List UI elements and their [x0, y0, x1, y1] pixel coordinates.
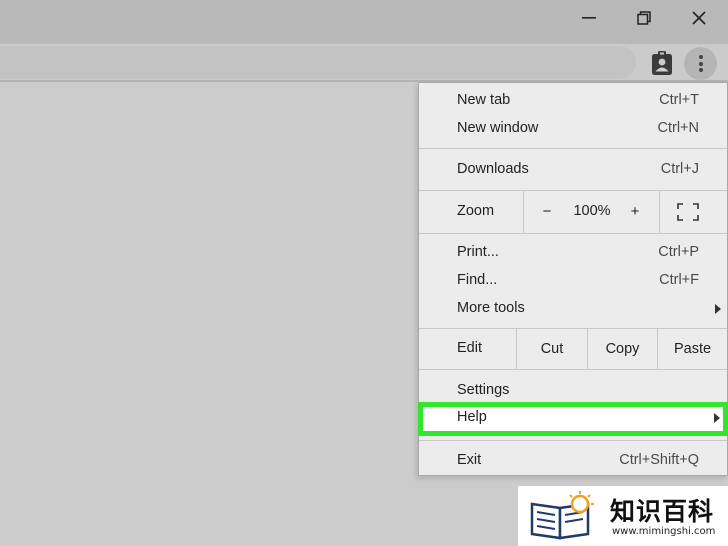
shortcut-label: Ctrl+N [657, 120, 700, 136]
watermark: 知识百科 www.mimingshi.com [518, 486, 728, 546]
restore-icon [637, 11, 651, 25]
watermark-url: www.mimingshi.com [612, 526, 716, 537]
shortcut-label: Ctrl+J [660, 161, 699, 177]
zoom-out-button[interactable]: − [535, 197, 559, 227]
fullscreen-icon [677, 203, 699, 221]
menu-item-settings[interactable]: Settings [419, 377, 727, 405]
zoom-divider [659, 191, 660, 233]
chrome-menu: New tab Ctrl+T New window Ctrl+N Downloa… [418, 82, 728, 476]
shortcut-label: Ctrl+T [659, 92, 699, 108]
minimize-icon [582, 17, 596, 19]
menu-separator [419, 440, 727, 441]
zoom-in-button[interactable]: + [623, 197, 647, 227]
title-bar [0, 0, 728, 44]
menu-item-help[interactable]: Help [418, 402, 728, 436]
menu-item-find[interactable]: Find... Ctrl+F [419, 267, 727, 295]
menu-item-label: Settings [457, 382, 510, 398]
close-button[interactable] [672, 0, 726, 36]
close-icon [692, 11, 706, 25]
shortcut-label: Ctrl+F [659, 272, 699, 288]
restore-button[interactable] [617, 0, 671, 36]
edit-row: Edit Cut Copy Paste [419, 329, 727, 369]
menu-item-label: Downloads [457, 161, 529, 177]
shortcut-label: Ctrl+P [658, 244, 699, 260]
menu-item-new-window[interactable]: New window Ctrl+N [419, 115, 727, 143]
menu-separator [419, 233, 727, 234]
menu-item-downloads[interactable]: Downloads Ctrl+J [419, 156, 727, 184]
address-bar[interactable] [0, 46, 636, 79]
submenu-arrow-icon [715, 304, 721, 314]
zoom-divider [523, 191, 524, 233]
menu-item-new-tab[interactable]: New tab Ctrl+T [419, 87, 727, 115]
profile-badge-icon [652, 51, 672, 75]
cut-button[interactable]: Cut [517, 329, 587, 369]
menu-item-exit[interactable]: Exit Ctrl+Shift+Q [419, 447, 727, 475]
submenu-arrow-icon [714, 413, 720, 423]
menu-separator [419, 148, 727, 149]
edit-label: Edit [457, 340, 482, 356]
menu-separator [419, 369, 727, 370]
menu-item-label: Exit [457, 452, 482, 468]
copy-button[interactable]: Copy [588, 329, 657, 369]
menu-item-label: More tools [457, 300, 525, 316]
zoom-level: 100% [573, 203, 611, 219]
shortcut-label: Ctrl+Shift+Q [619, 452, 699, 468]
watermark-title: 知识百科 [610, 497, 715, 526]
menu-item-label: Print... [457, 244, 499, 260]
menu-item-label: Find... [457, 272, 498, 288]
menu-item-more-tools[interactable]: More tools [419, 295, 727, 323]
toolbar [0, 44, 728, 82]
book-lightbulb-logo-icon [530, 491, 594, 540]
chrome-menu-button[interactable] [684, 47, 717, 80]
minimize-button[interactable] [562, 0, 616, 36]
menu-item-label: New window [457, 120, 539, 136]
fullscreen-button[interactable] [677, 203, 699, 221]
menu-item-label: New tab [457, 92, 511, 108]
menu-item-label: Help [457, 409, 487, 425]
zoom-row: Zoom − 100% + [419, 191, 727, 233]
paste-button[interactable]: Paste [658, 329, 727, 369]
menu-item-print[interactable]: Print... Ctrl+P [419, 239, 727, 267]
zoom-label: Zoom [457, 203, 495, 219]
profile-button[interactable] [648, 48, 676, 78]
